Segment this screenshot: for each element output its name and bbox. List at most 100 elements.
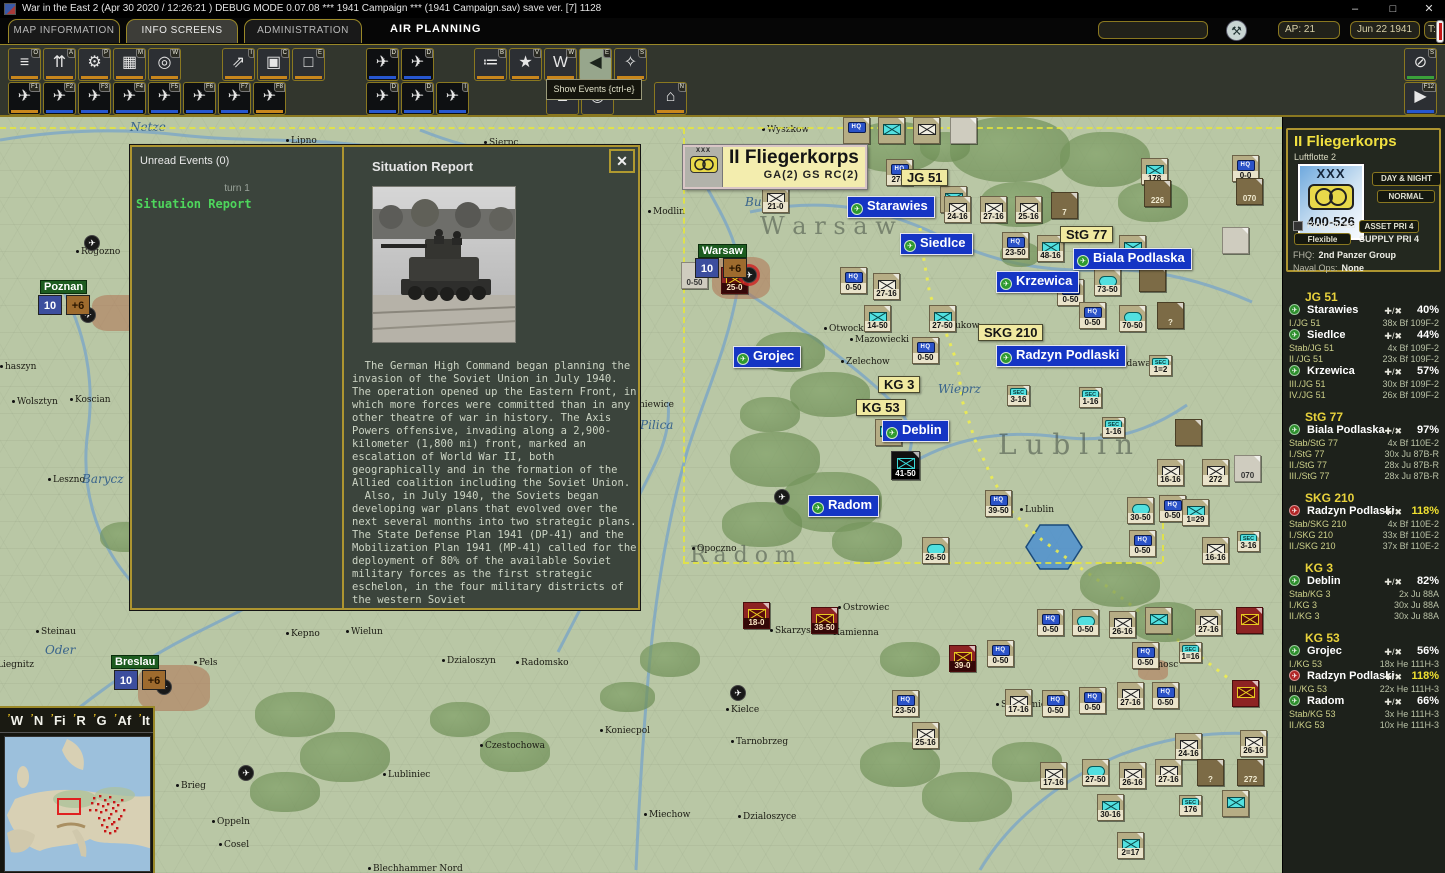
unit-counter-sec[interactable]: SEC1=2 xyxy=(1149,355,1172,376)
unit-counter-inf[interactable]: 27-16 xyxy=(1195,609,1222,636)
unit-counter-inf[interactable]: 27-16 xyxy=(873,273,900,300)
unit-counter-hq[interactable]: HQ0-50 xyxy=(1037,609,1064,636)
airfield-icon[interactable]: ✈ xyxy=(730,685,746,701)
minimize-button[interactable]: – xyxy=(1340,0,1370,18)
unit-counter-hq[interactable]: HQ0-50 xyxy=(1042,690,1069,717)
air-unit-row[interactable]: Stab/KG 32x Ju 88A xyxy=(1283,589,1445,600)
unit-counter-hq[interactable]: HQ0-50 xyxy=(840,267,867,294)
unit-counter-mot[interactable]: 27-50 xyxy=(1082,759,1109,786)
air-base-map-label[interactable]: ✈Krzewica xyxy=(996,271,1079,293)
air-unit-row[interactable]: III./StG 7728x Ju 87B-R xyxy=(1283,471,1445,482)
order-of-battle-button[interactable]: ≔B xyxy=(474,48,507,81)
air-mission-f5-button[interactable]: ✈F5 xyxy=(148,82,181,115)
fly-standdown-toggle[interactable]: ✚/✖ xyxy=(1384,426,1402,437)
tools-icon[interactable]: ⚒ xyxy=(1226,20,1247,41)
unit-counter-brown[interactable]: 070 xyxy=(1236,178,1263,205)
air-base-map-label[interactable]: ✈Grojec xyxy=(733,346,801,368)
unit-counter-sec[interactable]: SEC176 xyxy=(1179,795,1202,816)
unit-counter-blank[interactable]: 070 xyxy=(1234,455,1261,482)
ring-circles-checkbox[interactable] xyxy=(1293,221,1303,231)
air-unit-row[interactable]: III./KG 5322x He 111H-3 xyxy=(1283,684,1445,695)
interdiction-button[interactable]: ✈I xyxy=(436,82,469,115)
unit-counter-black[interactable]: 41-50 xyxy=(891,451,920,480)
minimap[interactable] xyxy=(4,736,151,872)
unit-counter-red[interactable]: 38-50 xyxy=(811,607,838,634)
unit-counter-hq[interactable]: HQ0-50 xyxy=(1132,642,1159,669)
air-base-map-label[interactable]: ✈Deblin xyxy=(882,420,949,442)
air-base-map-label[interactable]: ✈Biala Podlaska xyxy=(1073,248,1192,270)
unit-counter-inf[interactable]: 16-16 xyxy=(1157,459,1184,486)
unit-counter-air[interactable] xyxy=(1145,607,1172,634)
end-turn-button[interactable]: ▶F12 xyxy=(1404,82,1437,115)
flexible-button[interactable]: Flexible xyxy=(1294,233,1351,245)
air-unit-row[interactable]: III./JG 5130x Bf 109F-2 xyxy=(1283,379,1445,390)
ground-display-button[interactable]: ≡O xyxy=(8,48,41,81)
fly-standdown-toggle[interactable]: ✚/✖ xyxy=(1384,577,1402,588)
unit-counter-mot[interactable]: 73-50 xyxy=(1094,269,1121,296)
air-base-row[interactable]: ✈Radzyn Podlaski✚/✖118% xyxy=(1283,670,1445,684)
unit-counter-red[interactable]: 39-0 xyxy=(949,645,976,672)
preferences-button[interactable]: ⚙P xyxy=(78,48,111,81)
unit-counter-hq[interactable]: HQ0-50 xyxy=(912,337,939,364)
air-base-row[interactable]: ✈Deblin✚/✖82% xyxy=(1283,575,1445,589)
air-base-row[interactable]: ✈Radom✚/✖66% xyxy=(1283,695,1445,709)
asset-priority-button[interactable]: ASSET PRI 4 xyxy=(1359,220,1419,233)
counter-display-button[interactable]: ▣C xyxy=(257,48,290,81)
fly-standdown-toggle[interactable]: ✚/✖ xyxy=(1384,647,1402,658)
minimap-filter-it[interactable]: ’It xyxy=(138,708,150,735)
air-directive-list-button[interactable]: ✈D xyxy=(401,48,434,81)
unit-counter-inf[interactable]: 16-16 xyxy=(1202,537,1229,564)
minimap-filter-af[interactable]: ’Af xyxy=(114,708,132,735)
fly-standdown-toggle[interactable]: ✚/✖ xyxy=(1384,697,1402,708)
air-unit-row[interactable]: I./KG 330x Ju 88A xyxy=(1283,600,1445,611)
unit-counter-hq[interactable]: HQ0-50 xyxy=(1129,530,1156,557)
maximize-button[interactable]: □ xyxy=(1378,0,1408,18)
air-unit-row[interactable]: Stab/SKG 2104x Bf 110E-2 xyxy=(1283,519,1445,530)
air-group-map-label[interactable]: KG 3 xyxy=(878,376,920,393)
unit-counter-inf[interactable]: 27-16 xyxy=(980,196,1007,223)
fly-standdown-toggle[interactable]: ✚/✖ xyxy=(1384,331,1402,342)
fly-standdown-toggle[interactable]: ✚/✖ xyxy=(1384,672,1402,683)
close-dialog-button[interactable]: ✕ xyxy=(609,149,635,173)
air-base-row[interactable]: ✈Radzyn Podlaski✚/✖118% xyxy=(1283,505,1445,519)
unit-counter-sec[interactable]: SEC3-16 xyxy=(1007,385,1030,406)
air-base-row[interactable]: ✈Grojec✚/✖56% xyxy=(1283,645,1445,659)
unit-counter-brown[interactable]: ? xyxy=(1157,302,1184,329)
unit-counter-inf[interactable]: 24-16 xyxy=(944,196,971,223)
show-events-button[interactable]: ◀E xyxy=(579,48,612,81)
unit-counter-inf[interactable] xyxy=(913,117,940,144)
air-unit-row[interactable]: II./JG 5123x Bf 109F-2 xyxy=(1283,354,1445,365)
unit-counter-air[interactable]: 30-16 xyxy=(1097,794,1124,821)
unit-counter-mot[interactable]: 70-50 xyxy=(1119,305,1146,332)
supply-priority-label[interactable]: SUPPLY PRI 4 xyxy=(1359,234,1419,244)
unit-counter-mot[interactable]: 26-50 xyxy=(922,537,949,564)
air-group-name[interactable]: JG 51 xyxy=(1283,290,1445,304)
city-label[interactable]: Warsaw xyxy=(698,244,747,258)
unit-counter-blank[interactable] xyxy=(1222,227,1249,254)
unit-counter-brown[interactable]: ? xyxy=(1197,759,1224,786)
unit-counter-mot[interactable]: 30-50 xyxy=(1127,497,1154,524)
air-unit-row[interactable]: IV./JG 5126x Bf 109F-2 xyxy=(1283,390,1445,401)
unit-counter-mot[interactable]: 0-50 xyxy=(1072,609,1099,636)
unit-counter-air[interactable]: 1=29 xyxy=(1182,499,1209,526)
air-unit-row[interactable]: Stab/KG 533x He 111H-3 xyxy=(1283,709,1445,720)
unit-counter-brown[interactable]: 7 xyxy=(1051,192,1078,219)
unit-counter-inf[interactable]: 27-16 xyxy=(1155,759,1182,786)
unit-counter-inf[interactable]: 25-16 xyxy=(912,722,939,749)
air-mission-f3-button[interactable]: ✈F3 xyxy=(78,82,111,115)
unit-counter-sec[interactable]: SEC1=16 xyxy=(1179,642,1202,663)
city-label[interactable]: Breslau xyxy=(111,655,159,669)
unit-counter-brown[interactable]: 272 xyxy=(1237,759,1264,786)
unit-counter-brown[interactable] xyxy=(1175,419,1202,446)
tab-info-screens[interactable]: INFO SCREENS xyxy=(126,19,238,43)
air-directive-gs-button[interactable]: ✈D xyxy=(366,48,399,81)
unit-counter-air[interactable]: 2=17 xyxy=(1117,832,1144,859)
unit-counter-hq[interactable]: HQ0-50 xyxy=(1152,682,1179,709)
unit-counter-air[interactable]: 14-50 xyxy=(864,305,891,332)
minimap-filter-r[interactable]: ’R xyxy=(73,708,86,735)
city-label[interactable]: Poznan xyxy=(40,280,87,294)
air-group-map-label[interactable]: KG 53 xyxy=(856,399,906,416)
air-unit-row[interactable]: I./JG 5138x Bf 109F-2 xyxy=(1283,318,1445,329)
unit-modes-button[interactable]: ⇈A xyxy=(43,48,76,81)
edit-mode-button[interactable]: □E xyxy=(292,48,325,81)
